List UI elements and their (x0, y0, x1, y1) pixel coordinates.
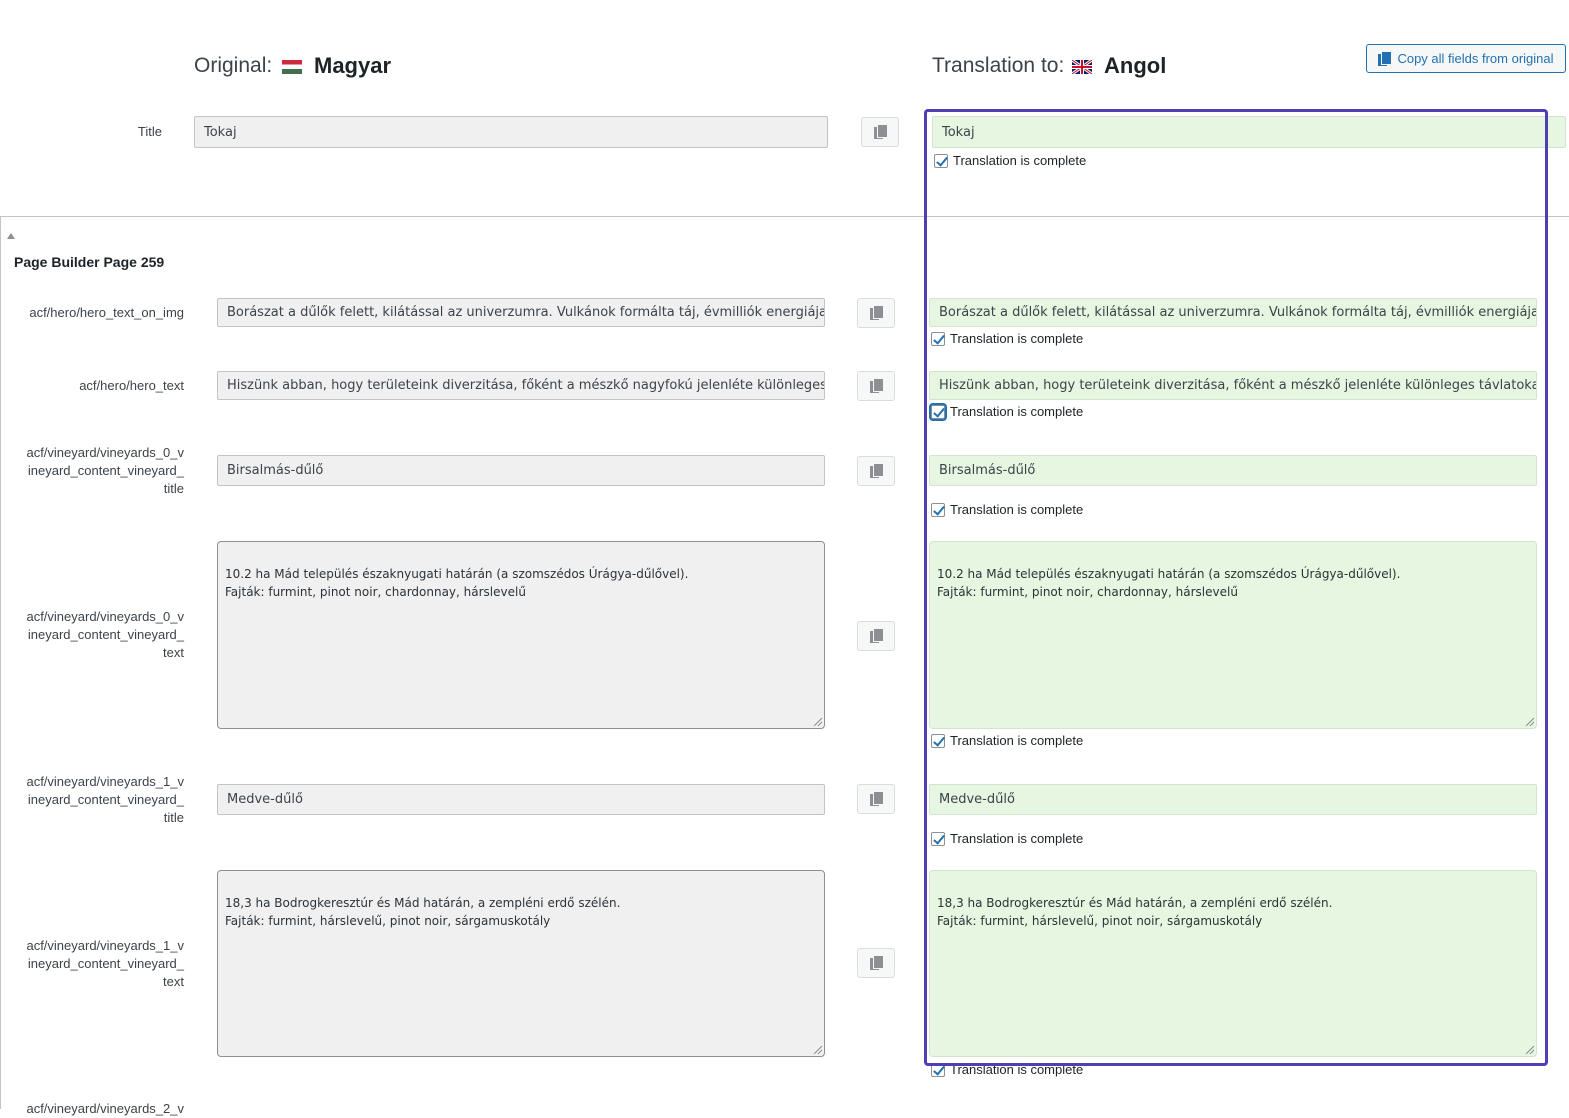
hero-text-on-img-translation[interactable]: Borászat a dűlők felett, kilátással az u… (929, 298, 1537, 327)
hero-text-translation[interactable]: Hiszünk abban, hogy területeink diverzit… (929, 371, 1537, 400)
field-label-line: ineyard_content_vineyard_ (27, 463, 184, 478)
field-label-line: text (163, 645, 184, 660)
field-label: acf/vineyard/vineyards_1_v ineyard_conte… (10, 773, 184, 827)
complete-label: Translation is complete (950, 331, 1084, 346)
field-label: acf/vineyard/vineyards_0_v ineyard_conte… (10, 608, 184, 662)
vineyard-1-title-translation[interactable]: Medve-dűlő (929, 784, 1537, 815)
textarea-content: 18,3 ha Bodrogkeresztúr és Mád határán, … (225, 896, 621, 928)
copy-all-label: Copy all fields from original (1397, 51, 1554, 66)
textarea-content: 10.2 ha Mád település északnyugati határ… (937, 567, 1401, 599)
copy-icon (869, 955, 884, 971)
copy-field-button[interactable] (857, 298, 895, 328)
textarea-content: 10.2 ha Mád település északnyugati határ… (225, 567, 689, 599)
resize-handle-icon[interactable] (1526, 1046, 1534, 1054)
field-label-line: ineyard_content_vineyard_ (27, 956, 184, 971)
field-label: acf/vineyard/vineyards_1_v ineyard_conte… (10, 937, 184, 991)
original-language: Magyar (314, 53, 392, 78)
resize-handle-icon[interactable] (1526, 718, 1534, 726)
title-original-input: Tokaj (194, 116, 828, 148)
title-complete-row[interactable]: Translation is complete (934, 153, 1086, 168)
vineyard-1-text-translation[interactable]: 18,3 ha Bodrogkeresztúr és Mád határán, … (929, 870, 1537, 1057)
field-label-line: acf/vineyard/vineyards_0_v (26, 445, 184, 460)
vineyard-0-title-original: Birsalmás-dűlő (217, 455, 825, 486)
copy-icon (869, 463, 884, 479)
complete-label: Translation is complete (953, 153, 1087, 168)
copy-field-button[interactable] (857, 784, 895, 814)
hero-text-original: Hiszünk abban, hogy területeink diverzit… (217, 371, 825, 400)
vineyard-0-title-translation[interactable]: Birsalmás-dűlő (929, 455, 1537, 486)
complete-label: Translation is complete (950, 502, 1084, 517)
complete-label: Translation is complete (950, 1062, 1084, 1077)
complete-checkbox[interactable] (931, 1062, 945, 1077)
complete-row[interactable]: Translation is complete (931, 1062, 1083, 1077)
complete-checkbox[interactable] (931, 733, 945, 748)
copy-icon (869, 628, 884, 644)
field-label-line: title (163, 481, 184, 496)
copy-title-button[interactable] (861, 117, 899, 147)
complete-checkbox[interactable] (931, 404, 945, 419)
field-label: acf/hero/hero_text_on_img (29, 305, 184, 320)
field-label-line: acf/vineyard/vineyards_1_v (26, 938, 184, 953)
vineyard-1-text-original: 18,3 ha Bodrogkeresztúr és Mád határán, … (217, 870, 825, 1057)
field-label: acf/hero/hero_text (79, 378, 184, 393)
copy-field-button[interactable] (857, 456, 895, 486)
complete-checkbox[interactable] (931, 331, 945, 346)
collapse-toggle-icon[interactable] (7, 233, 15, 239)
field-label: acf/vineyard/vineyards_0_v ineyard_conte… (10, 444, 184, 498)
field-label-line: title (163, 810, 184, 825)
complete-row[interactable]: Translation is complete (931, 502, 1083, 517)
section-title: Page Builder Page 259 (14, 254, 165, 270)
copy-field-button[interactable] (857, 948, 895, 978)
title-translation-input[interactable]: Tokaj (932, 116, 1566, 148)
vineyard-0-text-original: 10.2 ha Mád település északnyugati határ… (217, 541, 825, 729)
complete-checkbox[interactable] (931, 502, 945, 517)
copy-icon (869, 378, 884, 394)
translation-header-label: Translation to: (932, 54, 1065, 77)
field-label: acf/vineyard/vineyards_2_v (26, 1101, 184, 1116)
complete-checkbox[interactable] (931, 831, 945, 846)
vineyard-1-title-original: Medve-dűlő (217, 784, 825, 815)
complete-row[interactable]: Translation is complete (931, 404, 1083, 419)
field-label-line: acf/vineyard/vineyards_1_v (26, 774, 184, 789)
hungarian-flag-icon (282, 60, 302, 74)
copy-icon (869, 791, 884, 807)
copy-icon (869, 305, 884, 321)
field-label-line: ineyard_content_vineyard_ (27, 627, 184, 642)
vineyard-0-text-translation[interactable]: 10.2 ha Mád település északnyugati határ… (929, 541, 1537, 729)
section-border (0, 216, 1, 1109)
resize-handle-icon[interactable] (814, 1046, 822, 1054)
title-complete-checkbox[interactable] (934, 153, 948, 168)
copy-field-button[interactable] (857, 371, 895, 401)
complete-label: Translation is complete (950, 831, 1084, 846)
uk-flag-icon (1072, 60, 1092, 74)
complete-row[interactable]: Translation is complete (931, 331, 1083, 346)
copy-icon (1378, 50, 1393, 67)
original-header-label: Original: (194, 54, 273, 77)
copy-all-fields-button[interactable]: Copy all fields from original (1366, 44, 1566, 73)
complete-label: Translation is complete (950, 733, 1084, 748)
complete-row[interactable]: Translation is complete (931, 733, 1083, 748)
textarea-content: 18,3 ha Bodrogkeresztúr és Mád határán, … (937, 896, 1333, 928)
hero-text-on-img-original: Borászat a dűlők felett, kilátással az u… (217, 298, 825, 327)
field-label-line: text (163, 974, 184, 989)
translation-language: Angol (1104, 53, 1167, 78)
title-field-label: Title (137, 124, 162, 139)
complete-row[interactable]: Translation is complete (931, 831, 1083, 846)
complete-label: Translation is complete (950, 404, 1084, 419)
copy-field-button[interactable] (857, 621, 895, 651)
resize-handle-icon[interactable] (814, 718, 822, 726)
field-label-line: ineyard_content_vineyard_ (27, 792, 184, 807)
section-divider (0, 216, 1569, 217)
copy-icon (873, 124, 888, 140)
field-label-line: acf/vineyard/vineyards_0_v (26, 609, 184, 624)
